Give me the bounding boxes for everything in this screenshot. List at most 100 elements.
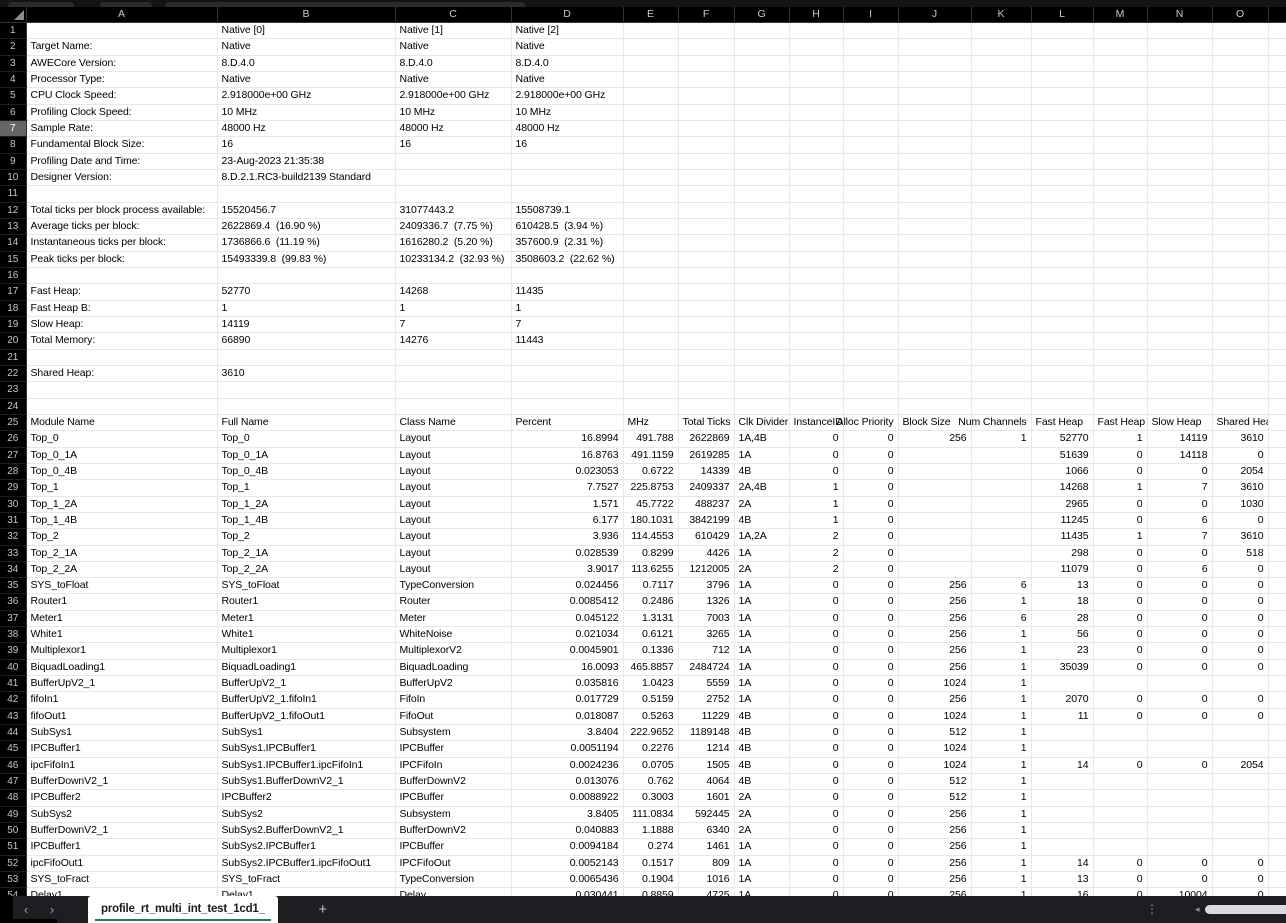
- cell-I26[interactable]: 0: [843, 431, 898, 447]
- cell-J36[interactable]: 256: [898, 594, 971, 610]
- cell-L53[interactable]: 13: [1031, 872, 1093, 888]
- cell-H31[interactable]: 1: [789, 512, 843, 528]
- cell-P19[interactable]: [1268, 316, 1286, 332]
- cell-H4[interactable]: [789, 71, 843, 87]
- cell-G36[interactable]: 1A: [734, 594, 789, 610]
- cell-E40[interactable]: 465.8857: [623, 659, 678, 675]
- cell-E3[interactable]: [623, 55, 678, 71]
- cell-P17[interactable]: [1268, 284, 1286, 300]
- cell-C54[interactable]: Delay: [395, 888, 511, 896]
- cell-J35[interactable]: 256: [898, 578, 971, 594]
- cell-H10[interactable]: [789, 169, 843, 185]
- cell-D51[interactable]: 0.0094184: [511, 839, 623, 855]
- cell-A40[interactable]: BiquadLoading1: [26, 659, 217, 675]
- cell-D17[interactable]: 11435: [511, 284, 623, 300]
- cell-I37[interactable]: 0: [843, 610, 898, 626]
- cell-I24[interactable]: [843, 398, 898, 414]
- cell-C44[interactable]: Subsystem: [395, 725, 511, 741]
- cell-H45[interactable]: 0: [789, 741, 843, 757]
- cell-P29[interactable]: [1268, 480, 1286, 496]
- cell-B21[interactable]: [217, 349, 395, 365]
- cell-M26[interactable]: 1: [1093, 431, 1147, 447]
- cell-H8[interactable]: [789, 137, 843, 153]
- cell-G18[interactable]: [734, 300, 789, 316]
- cell-P34[interactable]: [1268, 561, 1286, 577]
- cell-N28[interactable]: 0: [1147, 463, 1212, 479]
- cell-I3[interactable]: [843, 55, 898, 71]
- cell-F45[interactable]: 1214: [678, 741, 734, 757]
- cell-J28[interactable]: [898, 463, 971, 479]
- cell-E10[interactable]: [623, 169, 678, 185]
- row-header-28[interactable]: 28: [0, 463, 26, 479]
- cell-N31[interactable]: 6: [1147, 512, 1212, 528]
- cell-E31[interactable]: 180.1031: [623, 512, 678, 528]
- cell-N52[interactable]: 0: [1147, 855, 1212, 871]
- cell-L35[interactable]: 13: [1031, 578, 1093, 594]
- cell-L32[interactable]: 11435: [1031, 529, 1093, 545]
- cell-M39[interactable]: 0: [1093, 643, 1147, 659]
- cell-N9[interactable]: [1147, 153, 1212, 169]
- cell-O29[interactable]: 3610: [1212, 480, 1268, 496]
- cell-A43[interactable]: fifoOut1: [26, 708, 217, 724]
- column-header-M[interactable]: M: [1093, 7, 1147, 23]
- cell-K10[interactable]: [971, 169, 1031, 185]
- cell-O20[interactable]: [1212, 333, 1268, 349]
- cell-H37[interactable]: 0: [789, 610, 843, 626]
- cell-B9[interactable]: 23-Aug-2023 21:35:38: [217, 153, 395, 169]
- cell-C1[interactable]: Native [1]: [395, 23, 511, 39]
- cell-F47[interactable]: 4064: [678, 774, 734, 790]
- cell-I8[interactable]: [843, 137, 898, 153]
- cell-I13[interactable]: [843, 218, 898, 234]
- cell-I17[interactable]: [843, 284, 898, 300]
- cell-G25[interactable]: Clk Divider: [734, 414, 789, 430]
- cell-J50[interactable]: 256: [898, 823, 971, 839]
- cell-C33[interactable]: Layout: [395, 545, 511, 561]
- cell-G40[interactable]: 1A: [734, 659, 789, 675]
- cell-H28[interactable]: 0: [789, 463, 843, 479]
- cell-G51[interactable]: 1A: [734, 839, 789, 855]
- cell-N48[interactable]: [1147, 790, 1212, 806]
- cell-N46[interactable]: 0: [1147, 757, 1212, 773]
- cell-A16[interactable]: [26, 267, 217, 283]
- cell-M29[interactable]: 1: [1093, 480, 1147, 496]
- sheet-tab-active[interactable]: profile_rt_multi_int_test_1cd1_: [88, 896, 278, 923]
- column-header-D[interactable]: D: [511, 7, 623, 23]
- cell-M17[interactable]: [1093, 284, 1147, 300]
- cell-J3[interactable]: [898, 55, 971, 71]
- cell-B10[interactable]: 8.D.2.1.RC3-build2139 Standard: [217, 169, 395, 185]
- cell-L38[interactable]: 56: [1031, 627, 1093, 643]
- cell-E18[interactable]: [623, 300, 678, 316]
- cell-K18[interactable]: [971, 300, 1031, 316]
- cell-J52[interactable]: 256: [898, 855, 971, 871]
- cell-D23[interactable]: [511, 382, 623, 398]
- cell-H18[interactable]: [789, 300, 843, 316]
- cell-C25[interactable]: Class Name: [395, 414, 511, 430]
- row-header-12[interactable]: 12: [0, 202, 26, 218]
- cell-H39[interactable]: 0: [789, 643, 843, 659]
- cell-B20[interactable]: 66890: [217, 333, 395, 349]
- cell-N42[interactable]: 0: [1147, 692, 1212, 708]
- cell-A33[interactable]: Top_2_1A: [26, 545, 217, 561]
- cell-M44[interactable]: [1093, 725, 1147, 741]
- cell-A47[interactable]: BufferDownV2_1: [26, 774, 217, 790]
- cell-G41[interactable]: 1A: [734, 676, 789, 692]
- cell-O36[interactable]: 0: [1212, 594, 1268, 610]
- cell-M13[interactable]: [1093, 218, 1147, 234]
- cell-L8[interactable]: [1031, 137, 1093, 153]
- cell-A41[interactable]: BufferUpV2_1: [26, 676, 217, 692]
- cell-H14[interactable]: [789, 235, 843, 251]
- cell-H50[interactable]: 0: [789, 823, 843, 839]
- cell-F25[interactable]: Total Ticks: [678, 414, 734, 430]
- cell-F48[interactable]: 1601: [678, 790, 734, 806]
- cell-M43[interactable]: 0: [1093, 708, 1147, 724]
- cell-N14[interactable]: [1147, 235, 1212, 251]
- cell-P23[interactable]: [1268, 382, 1286, 398]
- cell-L18[interactable]: [1031, 300, 1093, 316]
- select-all-corner[interactable]: [0, 7, 26, 23]
- cell-K49[interactable]: 1: [971, 806, 1031, 822]
- cell-F24[interactable]: [678, 398, 734, 414]
- cell-K32[interactable]: [971, 529, 1031, 545]
- cell-P45[interactable]: [1268, 741, 1286, 757]
- cell-K17[interactable]: [971, 284, 1031, 300]
- cell-L54[interactable]: 16: [1031, 888, 1093, 896]
